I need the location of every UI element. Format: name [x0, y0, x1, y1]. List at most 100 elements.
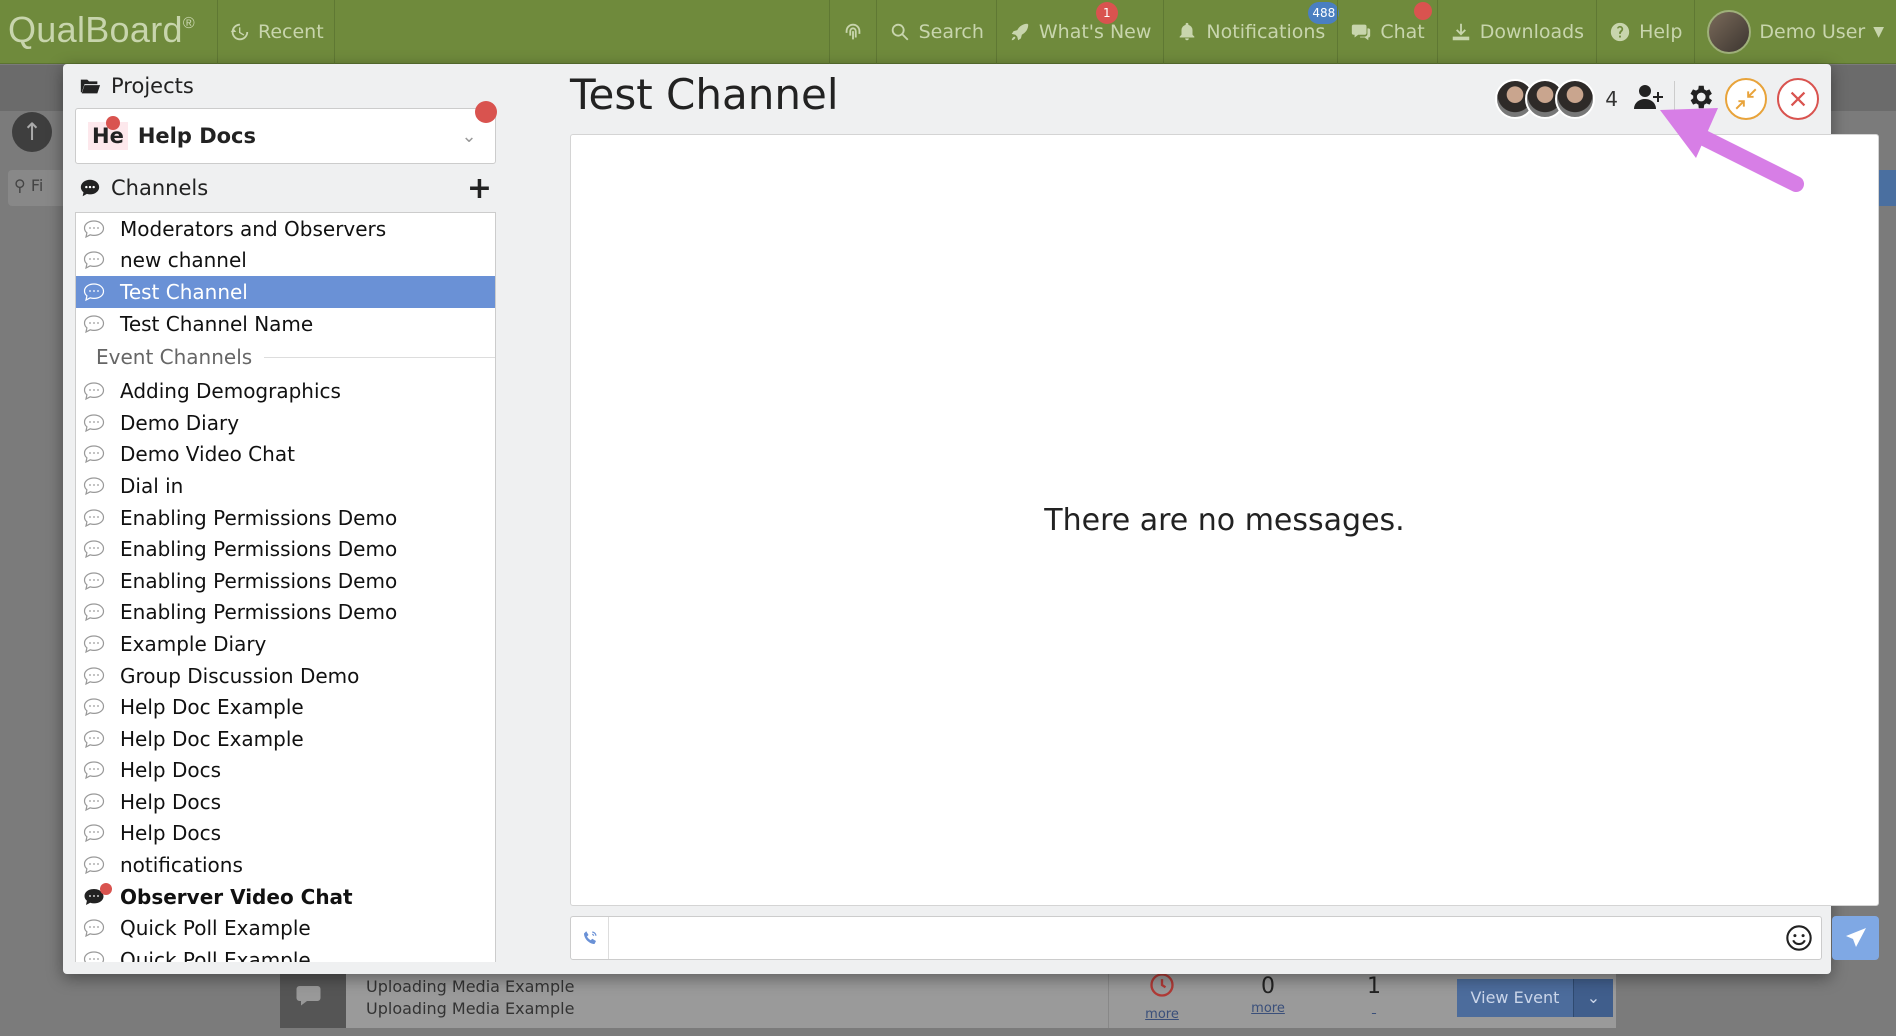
- channel-item[interactable]: Enabling Permissions Demo: [76, 502, 495, 534]
- chat-bubble-icon: [82, 697, 106, 717]
- unread-dot: [100, 882, 112, 895]
- nav-chat[interactable]: Chat: [1337, 0, 1436, 64]
- channel-item-label: Help Docs: [120, 758, 222, 783]
- nav-downloads[interactable]: Downloads: [1436, 0, 1596, 64]
- channel-item[interactable]: Group Discussion Demo: [76, 660, 495, 692]
- channel-item[interactable]: new channel: [76, 245, 495, 277]
- download-icon: [1452, 23, 1469, 41]
- chat-bubble-icon: [82, 602, 106, 622]
- chat-bubble-icon: [82, 219, 106, 239]
- channel-item[interactable]: Demo Video Chat: [76, 439, 495, 471]
- compress-icon: [1735, 88, 1757, 110]
- add-channel-button[interactable]: +: [467, 171, 492, 206]
- send-button[interactable]: [1832, 916, 1879, 960]
- paper-plane-icon: [1845, 928, 1866, 947]
- chat-bubble-icon: [82, 882, 112, 907]
- chat-modal: Projects He Help Docs ⌄ Channels + Moder…: [63, 64, 1879, 974]
- event-row-subtitle: Uploading Media Example: [366, 999, 575, 1018]
- channel-item-label: Enabling Permissions Demo: [120, 568, 398, 593]
- channel-item[interactable]: Help Docs: [76, 786, 495, 818]
- channel-item[interactable]: Test Channel Name: [76, 308, 495, 340]
- channel-list[interactable]: Moderators and Observers new channel Test …: [75, 212, 496, 962]
- channel-item[interactable]: Enabling Permissions Demo: [76, 597, 495, 629]
- chat-bubble-icon: [82, 539, 106, 559]
- event-row-stats: more 0 more 1 View Event ⌄: [1108, 968, 1616, 1028]
- nav-search[interactable]: Search: [875, 0, 996, 64]
- channel-item[interactable]: Demo Diary: [76, 407, 495, 439]
- user-menu[interactable]: Demo User ▼: [1694, 0, 1896, 64]
- project-abbr: He: [88, 116, 128, 150]
- notifications-badge: 488: [1308, 2, 1340, 24]
- phone-volume-icon: [583, 931, 597, 944]
- channel-item[interactable]: Quick Poll Example: [76, 944, 495, 962]
- message-area[interactable]: There are no messages.: [570, 134, 1879, 906]
- channel-item[interactable]: Moderators and Observers: [76, 213, 495, 245]
- gear-icon: [1690, 85, 1712, 109]
- project-alert-dot: [106, 116, 120, 130]
- channel-item[interactable]: Help Doc Example: [76, 691, 495, 723]
- channel-item-label: notifications: [120, 853, 243, 878]
- channel-item-label: Help Docs: [120, 821, 222, 846]
- channel-item-label: Observer Video Chat: [120, 884, 353, 909]
- channel-item-label: Quick Poll Example: [120, 947, 311, 962]
- project-name: Help Docs: [137, 124, 256, 148]
- chat-bubble-icon: [82, 634, 106, 654]
- recent-link[interactable]: Recent: [218, 0, 335, 64]
- folder-open-icon: [80, 79, 101, 94]
- chat-bubble-icon: [82, 760, 106, 780]
- nav-help[interactable]: Help: [1596, 0, 1694, 64]
- add-member-button[interactable]: [1634, 82, 1664, 116]
- channel-item-label: Enabling Permissions Demo: [120, 600, 398, 625]
- message-input[interactable]: [609, 918, 1777, 958]
- member-avatars[interactable]: [1495, 79, 1596, 119]
- chat-bubble-icon: [82, 476, 106, 496]
- channel-item[interactable]: notifications: [76, 849, 495, 881]
- chevron-down-icon: ⌄: [1573, 979, 1613, 1017]
- channel-item-label: Help Doc Example: [120, 726, 304, 751]
- whats-new-badge: 1: [1095, 2, 1118, 24]
- user-plus-icon: [1634, 85, 1663, 109]
- member-count: 4: [1605, 87, 1618, 111]
- nav-notifications[interactable]: Notifications 488: [1163, 0, 1340, 64]
- chat-bubble-icon: [80, 179, 100, 197]
- channel-item[interactable]: Example Diary: [76, 628, 495, 660]
- channel-item[interactable]: Test Channel: [76, 276, 495, 308]
- channel-item[interactable]: Enabling Permissions Demo: [76, 533, 495, 565]
- project-select[interactable]: He Help Docs ⌄: [75, 101, 497, 164]
- emoji-button[interactable]: [1777, 924, 1821, 952]
- channel-item[interactable]: Dial in: [76, 470, 495, 502]
- channel-item[interactable]: Adding Demographics: [76, 375, 495, 407]
- voice-button[interactable]: [571, 917, 609, 959]
- channel-item[interactable]: Help Docs: [76, 818, 495, 850]
- channel-item[interactable]: Quick Poll Example: [76, 912, 495, 944]
- filter-input: ⚲ Fi: [8, 170, 68, 206]
- close-icon: [1790, 91, 1806, 107]
- channel-item-label: Help Doc Example: [120, 695, 304, 720]
- close-button[interactable]: [1777, 78, 1819, 120]
- page-title: Test Channel: [570, 70, 839, 119]
- settings-button[interactable]: [1685, 82, 1715, 116]
- channel-item[interactable]: Observer Video Chat: [76, 881, 495, 913]
- app-logo[interactable]: QualBoard®: [0, 0, 218, 64]
- event-channels-label: Event Channels: [76, 339, 495, 375]
- chat-bubble-icon: [82, 314, 106, 334]
- channel-item[interactable]: Help Docs: [76, 755, 495, 787]
- up-arrow-icon: ↑: [12, 112, 52, 152]
- minimize-button[interactable]: [1725, 78, 1767, 120]
- clock-icon: [1150, 972, 1174, 997]
- nav-whats-new[interactable]: What's New 1: [995, 0, 1164, 64]
- channel-item[interactable]: Enabling Permissions Demo: [76, 565, 495, 597]
- chat-bubble-icon: [82, 444, 106, 464]
- view-event-button: View Event ⌄: [1457, 979, 1613, 1017]
- discussion-icon: [280, 968, 346, 1028]
- empty-state-message: There are no messages.: [1044, 502, 1405, 538]
- chat-bubble-icon: [82, 381, 106, 401]
- channel-item-label: Group Discussion Demo: [120, 663, 360, 688]
- stat-zero: 0 more: [1251, 974, 1285, 1017]
- chat-bubble-icon: [82, 792, 106, 812]
- chat-bubble-icon: [82, 413, 106, 433]
- chevron-down-icon: ▼: [1873, 24, 1884, 40]
- fingerprint-button[interactable]: [828, 0, 876, 64]
- channel-item[interactable]: Help Doc Example: [76, 723, 495, 755]
- chat-alert-dot: [1414, 2, 1433, 20]
